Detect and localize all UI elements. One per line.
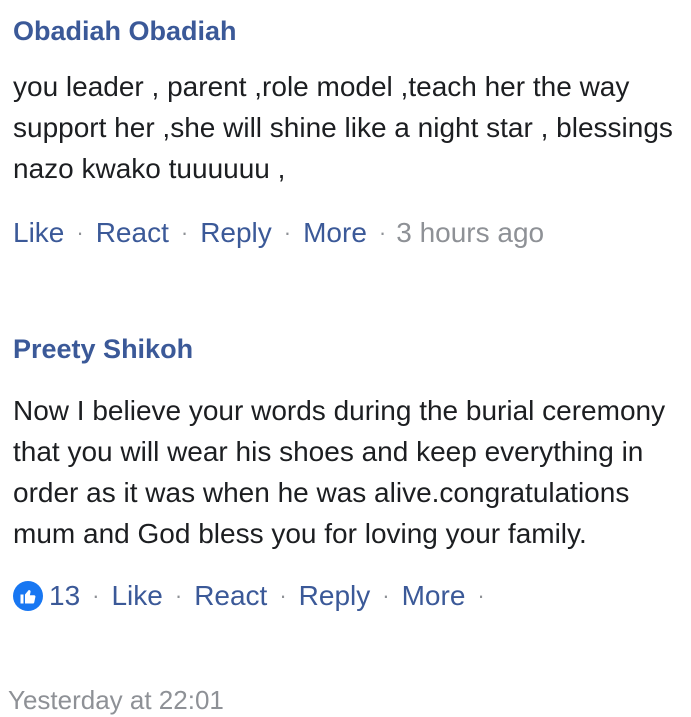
comment-actions: 13 · Like · React · Reply · More · — [13, 578, 681, 614]
comment-timestamp[interactable]: Yesterday at 22:01 — [8, 683, 224, 717]
separator: · — [279, 583, 287, 608]
reaction-summary[interactable]: 13 — [13, 578, 80, 614]
reaction-count: 13 — [49, 580, 81, 611]
comment-author[interactable]: Obadiah Obadiah — [13, 0, 681, 48]
separator: · — [477, 583, 485, 608]
separator: · — [378, 220, 387, 245]
separator: · — [174, 583, 183, 608]
comment-text: you leader , parent ,role model ,teach h… — [13, 71, 673, 184]
like-button[interactable]: Like — [111, 578, 162, 614]
more-button[interactable]: More — [402, 578, 466, 614]
comment-author[interactable]: Preety Shikoh — [13, 318, 681, 366]
separator: · — [283, 220, 292, 245]
more-button[interactable]: More — [303, 215, 367, 251]
separator: · — [180, 220, 189, 245]
separator: · — [382, 583, 390, 608]
react-button[interactable]: React — [96, 215, 169, 251]
reply-button[interactable]: Reply — [299, 578, 371, 614]
react-button[interactable]: React — [194, 578, 267, 614]
comment-text: Now I believe your words during the buri… — [13, 395, 666, 549]
comment-actions: Like · React · Reply · More · 3 hours ag… — [13, 215, 681, 251]
separator: · — [92, 583, 100, 608]
reply-button[interactable]: Reply — [200, 215, 272, 251]
comment-timestamp[interactable]: 3 hours ago — [396, 215, 544, 251]
comment: Preety Shikoh Now I believe your words d… — [13, 318, 681, 614]
thumbs-up-icon — [13, 581, 43, 611]
comment: Obadiah Obadiah you leader , parent ,rol… — [13, 0, 681, 251]
separator: · — [76, 220, 84, 245]
like-button[interactable]: Like — [13, 215, 64, 251]
